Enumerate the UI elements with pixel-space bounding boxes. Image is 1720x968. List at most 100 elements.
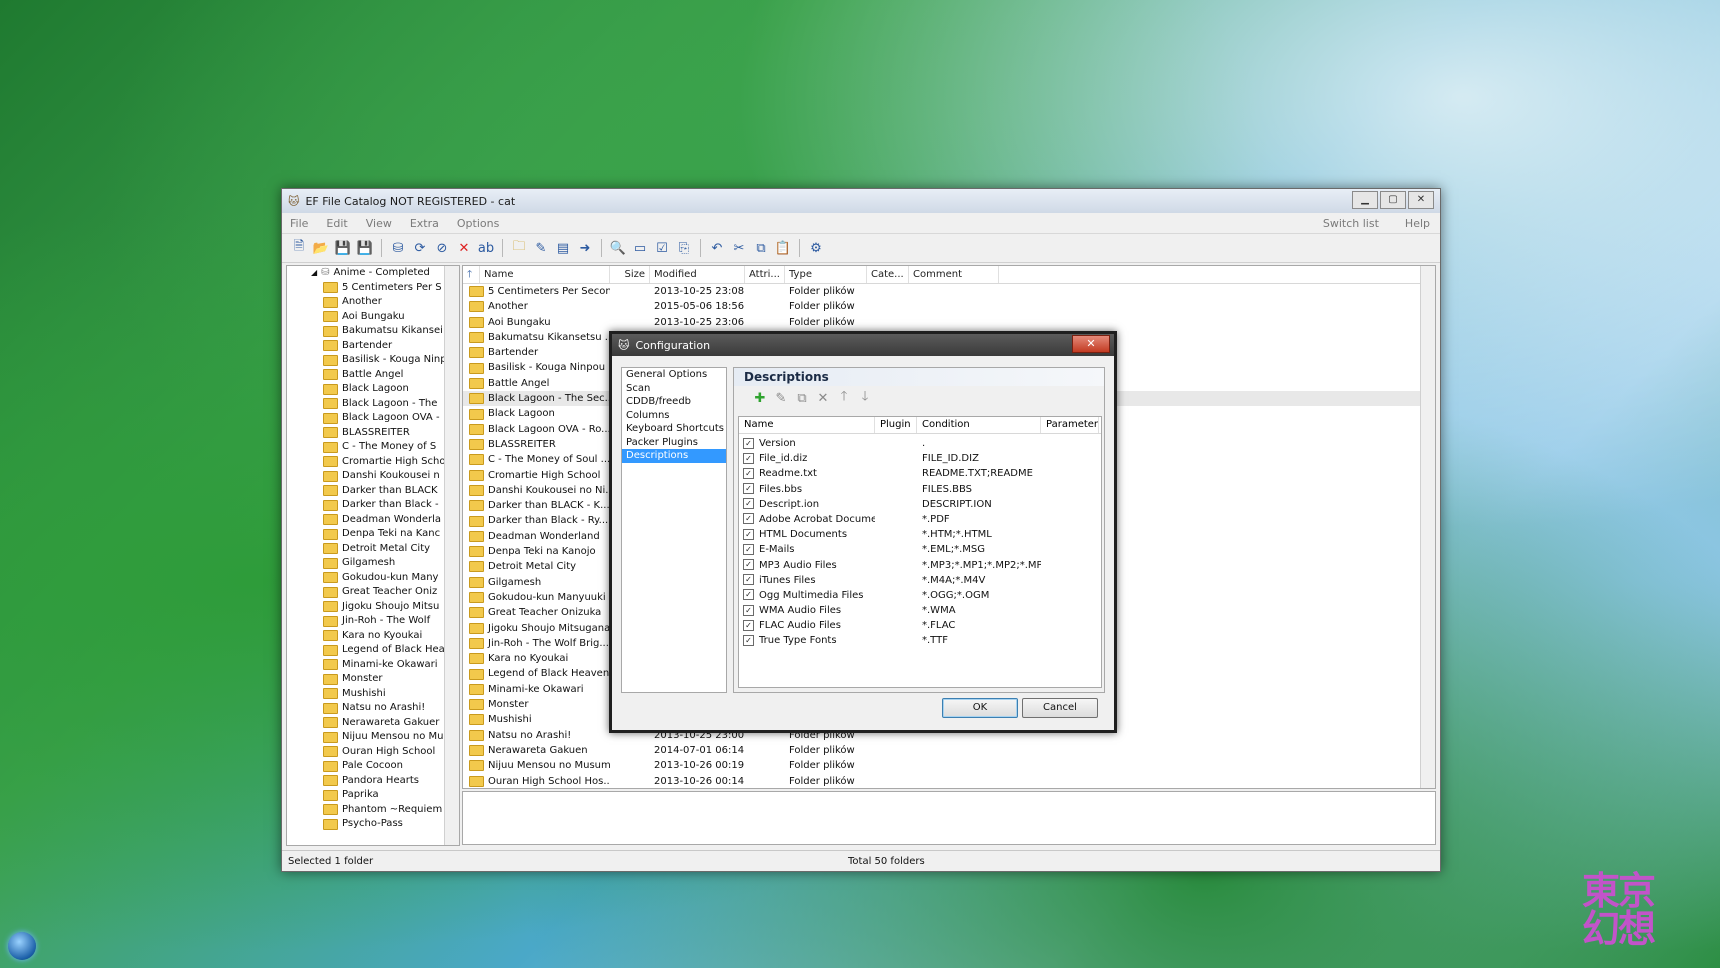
tree-item[interactable]: Kara no Kyoukai xyxy=(287,629,459,644)
menu-file[interactable]: File xyxy=(290,217,308,230)
tree-item[interactable]: Basilisk - Kouga Ninp xyxy=(287,353,459,368)
description-row[interactable]: ✓ WMA Audio Files *.WMA xyxy=(739,603,1101,618)
move-down-icon[interactable]: 🡓 xyxy=(857,387,873,409)
tree-item[interactable]: Pale Cocoon xyxy=(287,759,459,774)
menu-extra[interactable]: Extra xyxy=(410,217,439,230)
stop-icon[interactable]: ⊘ xyxy=(433,239,451,257)
dialog-close-button[interactable]: ✕ xyxy=(1072,335,1110,353)
description-row[interactable]: ✓ Version. xyxy=(739,436,1101,451)
ok-button[interactable]: OK xyxy=(942,698,1018,718)
tree-root[interactable]: ◢ ⛁ Anime - Completed xyxy=(287,266,459,281)
save-as-icon[interactable]: 💾 xyxy=(356,239,374,257)
new-folder-icon[interactable]: 🗀 xyxy=(510,239,528,257)
description-row[interactable]: ✓ Files.bbs FILES.BBS xyxy=(739,482,1101,497)
rescan-icon[interactable]: ⟳ xyxy=(411,239,429,257)
move-up-icon[interactable]: 🡑 xyxy=(836,387,852,409)
list-row[interactable]: Ouran High School Hos... 2013-10-26 00:14… xyxy=(463,774,1435,789)
tree-item[interactable]: Phantom ~Requiem xyxy=(287,803,459,818)
tree-item[interactable]: 5 Centimeters Per S xyxy=(287,281,459,296)
tree-item[interactable]: Nerawareta Gakuer xyxy=(287,716,459,731)
duplicate-icon[interactable]: ⧉ xyxy=(794,391,810,406)
description-row[interactable]: ✓ HTML Documents *.HTM;*.HTML xyxy=(739,527,1101,542)
tree-item[interactable]: Paprika xyxy=(287,788,459,803)
description-row[interactable]: ✓ Ogg Multimedia Files *.OGG;*.OGM xyxy=(739,588,1101,603)
col-modified[interactable]: Modified xyxy=(650,266,745,283)
list-row[interactable]: 5 Centimeters Per Second 2013-10-25 23:08… xyxy=(463,284,1435,299)
tree-item[interactable]: Bartender xyxy=(287,339,459,354)
tree-item[interactable]: Black Lagoon xyxy=(287,382,459,397)
menu-edit[interactable]: Edit xyxy=(326,217,347,230)
col-comment[interactable]: Comment xyxy=(909,266,999,283)
tree-item[interactable]: Mushishi xyxy=(287,687,459,702)
tree-item[interactable]: Black Lagoon - The xyxy=(287,397,459,412)
edit-icon[interactable]: ✎ xyxy=(773,391,789,406)
tree-item[interactable]: Jin-Roh - The Wolf xyxy=(287,614,459,629)
tree-scrollbar[interactable] xyxy=(444,266,459,845)
list-row[interactable]: Nijuu Mensou no Musume 2013-10-26 00:19 Fo… xyxy=(463,758,1435,773)
report-icon[interactable]: ▭ xyxy=(631,239,649,257)
configuration-icon[interactable]: ⚙ xyxy=(807,239,825,257)
enabled-checkbox[interactable]: ✓ xyxy=(743,559,754,570)
col-size[interactable]: Size xyxy=(610,266,650,283)
search-icon[interactable]: 🔍 xyxy=(609,239,627,257)
tree-item[interactable]: C - The Money of S xyxy=(287,440,459,455)
category-columns[interactable]: Columns xyxy=(622,409,726,423)
col-type[interactable]: Type xyxy=(785,266,867,283)
move-icon[interactable]: ➜ xyxy=(576,239,594,257)
enabled-checkbox[interactable]: ✓ xyxy=(743,604,754,616)
list-scrollbar[interactable] xyxy=(1420,266,1435,788)
enabled-checkbox[interactable]: ✓ xyxy=(743,437,754,449)
tree-item[interactable]: Another xyxy=(287,295,459,310)
tree-item[interactable]: Gokudou-kun Many xyxy=(287,571,459,586)
menu-options[interactable]: Options xyxy=(457,217,499,230)
tree-item[interactable]: Aoi Bungaku xyxy=(287,310,459,325)
tree-item[interactable]: Deadman Wonderla xyxy=(287,513,459,528)
tree-item[interactable]: Cromartie High Scho xyxy=(287,455,459,470)
tree-item[interactable]: Nijuu Mensou no Mu xyxy=(287,730,459,745)
cut-icon[interactable]: ✂ xyxy=(730,239,748,257)
enabled-checkbox[interactable]: ✓ xyxy=(743,467,754,479)
col-name[interactable]: Name xyxy=(480,266,610,283)
maximize-button[interactable]: ▢ xyxy=(1380,191,1406,209)
description-row[interactable]: ✓ Descript.ion DESCRIPT.ION xyxy=(739,497,1101,512)
tree-item[interactable]: Pandora Hearts xyxy=(287,774,459,789)
up-folder-icon[interactable]: 🡑 xyxy=(463,266,480,283)
category-keyboard-shortcuts[interactable]: Keyboard Shortcuts xyxy=(622,422,726,436)
tree-item[interactable]: Gilgamesh xyxy=(287,556,459,571)
enabled-checkbox[interactable]: ✓ xyxy=(743,634,754,646)
edit-folder-icon[interactable]: ✎ xyxy=(532,239,550,257)
cancel-button[interactable]: Cancel xyxy=(1022,698,1098,718)
enabled-checkbox[interactable]: ✓ xyxy=(743,513,754,525)
tree-item[interactable]: Great Teacher Oniz xyxy=(287,585,459,600)
new-catalog-icon[interactable]: 🗎 xyxy=(290,239,308,257)
tree-item[interactable]: Bakumatsu Kikansei xyxy=(287,324,459,339)
enabled-checkbox[interactable]: ✓ xyxy=(743,498,754,510)
check-icon[interactable]: ☑ xyxy=(653,239,671,257)
description-row[interactable]: ✓ MP3 Audio Files *.MP3;*.MP1;*.MP2;*.MPP xyxy=(739,558,1101,573)
tree-item[interactable]: Psycho-Pass xyxy=(287,817,459,832)
tree-item[interactable]: BLASSREITER xyxy=(287,426,459,441)
tree-item[interactable]: Denpa Teki na Kanc xyxy=(287,527,459,542)
description-row[interactable]: ✓ FLAC Audio Files *.FLAC xyxy=(739,618,1101,633)
col-category[interactable]: Cate... xyxy=(867,266,909,283)
expand-icon[interactable]: ◢ xyxy=(311,266,317,281)
menu-switch-list[interactable]: Switch list xyxy=(1323,217,1379,230)
enabled-checkbox[interactable]: ✓ xyxy=(743,483,754,495)
enabled-checkbox[interactable]: ✓ xyxy=(743,543,754,555)
grid-col-condition[interactable]: Condition xyxy=(917,417,1041,433)
export-icon[interactable]: ⎘ xyxy=(675,239,693,257)
category-general-options[interactable]: General Options xyxy=(622,368,726,382)
list-row[interactable]: Another 2015-05-06 18:56 Folder plików xyxy=(463,299,1435,314)
description-row[interactable]: ✓ E-Mails *.EML;*.MSG xyxy=(739,542,1101,557)
tree-item[interactable]: Natsu no Arashi! xyxy=(287,701,459,716)
save-icon[interactable]: 💾 xyxy=(334,239,352,257)
tree-item[interactable]: Detroit Metal City xyxy=(287,542,459,557)
description-row[interactable]: ✓ True Type Fonts *.TTF xyxy=(739,633,1101,648)
enabled-checkbox[interactable]: ✓ xyxy=(743,452,754,464)
start-button[interactable] xyxy=(8,932,36,960)
tree-item[interactable]: Darker than BLACK xyxy=(287,484,459,499)
copy-icon[interactable]: ⧉ xyxy=(752,239,770,257)
tree-item[interactable]: Jigoku Shoujo Mitsu xyxy=(287,600,459,615)
dialog-title-bar[interactable]: 🐱 Configuration xyxy=(612,334,1114,356)
undo-icon[interactable]: ↶ xyxy=(708,239,726,257)
